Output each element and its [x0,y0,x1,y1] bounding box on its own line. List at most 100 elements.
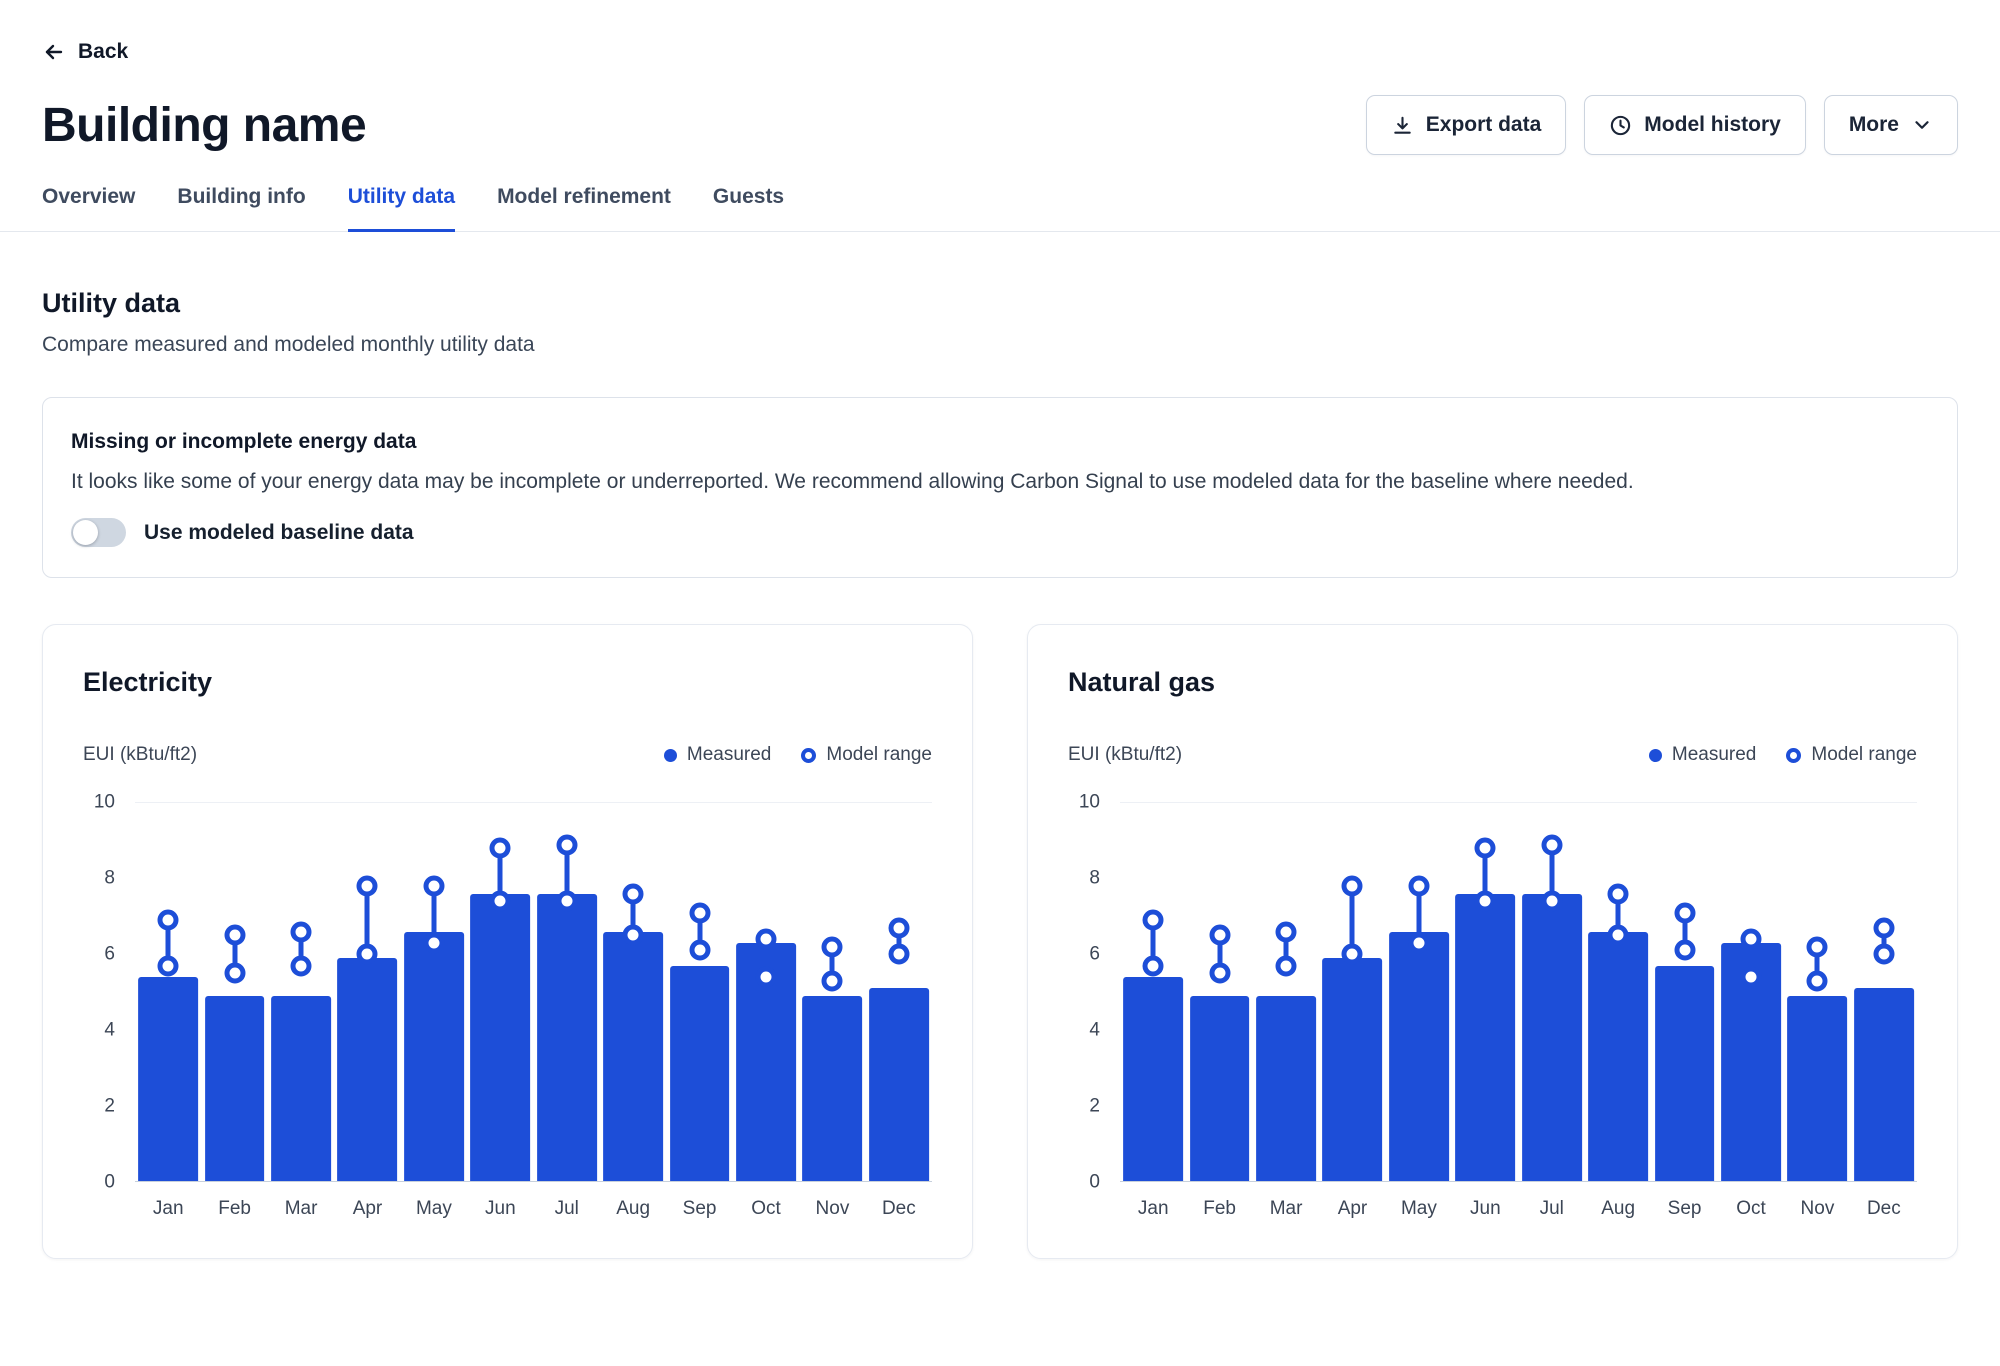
model-range-dot[interactable] [1608,883,1629,904]
model-range-dot[interactable] [756,966,777,987]
tab-model-refinement[interactable]: Model refinement [497,185,671,232]
model-history-button[interactable]: Model history [1584,95,1806,155]
model-range-dot[interactable] [1807,970,1828,991]
chevron-down-icon [1911,114,1933,136]
measured-bar[interactable] [1655,966,1715,1181]
tab-guests[interactable]: Guests [713,185,784,232]
model-range-dot[interactable] [888,944,909,965]
model-range-dot[interactable] [822,936,843,957]
model-range-dot[interactable] [1475,891,1496,912]
model-range-dot[interactable] [556,834,577,855]
model-range-dot[interactable] [1209,925,1230,946]
model-range-dot[interactable] [1873,917,1894,938]
x-tick-label: Jun [467,1198,533,1220]
measured-bar[interactable] [338,958,398,1181]
model-range-dot[interactable] [357,876,378,897]
model-range-dot[interactable] [1541,834,1562,855]
model-range-dot[interactable] [291,921,312,942]
model-range-dot[interactable] [689,902,710,923]
model-range-dot[interactable] [423,876,444,897]
month-column [534,803,600,1181]
measured-bar[interactable] [1455,894,1515,1181]
model-range-dot[interactable] [623,925,644,946]
model-range-dot[interactable] [1342,944,1363,965]
measured-bar[interactable] [1788,996,1848,1181]
model-range-dot[interactable] [1408,876,1429,897]
model-range-dot[interactable] [1276,955,1297,976]
tab-building-info[interactable]: Building info [177,185,305,232]
model-range-dot[interactable] [1608,925,1629,946]
measured-bar[interactable] [271,996,331,1181]
legend-model-range-label: Model range [1811,744,1917,766]
model-range-dot[interactable] [158,910,179,931]
model-range-dot[interactable] [357,944,378,965]
measured-bar[interactable] [138,977,198,1181]
x-tick-label: Sep [1651,1198,1717,1220]
x-tick-label: May [401,1198,467,1220]
model-range-dot[interactable] [1674,902,1695,923]
model-range-dot[interactable] [224,963,245,984]
more-button[interactable]: More [1824,95,1958,155]
export-data-label: Export data [1426,113,1542,137]
electricity-chart-card: Electricity EUI (kBtu/ft2) Measured Mode… [42,624,973,1259]
model-range-dot[interactable] [224,925,245,946]
model-range-dot[interactable] [1873,944,1894,965]
measured-bar[interactable] [1854,988,1914,1181]
model-range-dot[interactable] [423,932,444,953]
x-tick-label: Aug [1585,1198,1651,1220]
model-range-dot[interactable] [756,929,777,950]
use-modeled-baseline-toggle[interactable] [71,518,126,547]
x-tick-label: Aug [600,1198,666,1220]
model-range-dot[interactable] [1541,891,1562,912]
measured-bar[interactable] [1123,977,1183,1181]
measured-bar[interactable] [1588,932,1648,1181]
model-range-dot[interactable] [888,917,909,938]
model-range-dot[interactable] [291,955,312,976]
y-axis-title: EUI (kBtu/ft2) [1068,744,1182,766]
x-tick-label: Jan [135,1198,201,1220]
measured-bar[interactable] [1256,996,1316,1181]
export-data-button[interactable]: Export data [1366,95,1567,155]
model-range-dot[interactable] [1143,910,1164,931]
model-range-dot[interactable] [1342,876,1363,897]
model-range-dot[interactable] [1741,966,1762,987]
tab-overview[interactable]: Overview [42,185,135,232]
model-range-dot[interactable] [822,970,843,991]
model-range-dot[interactable] [1674,940,1695,961]
measured-bar[interactable] [670,966,730,1181]
model-range-dot[interactable] [556,891,577,912]
back-button[interactable]: Back [42,40,128,64]
measured-bar[interactable] [603,932,663,1181]
model-range-dot[interactable] [1475,838,1496,859]
model-range-dot[interactable] [1807,936,1828,957]
measured-bar[interactable] [205,996,265,1181]
measured-bar[interactable] [404,932,464,1181]
x-tick-label: Oct [733,1198,799,1220]
measured-bar[interactable] [1522,894,1582,1181]
x-tick-label: Jul [534,1198,600,1220]
measured-bar[interactable] [537,894,597,1181]
measured-bar[interactable] [470,894,530,1181]
measured-bar[interactable] [1190,996,1250,1181]
model-range-dot[interactable] [1209,963,1230,984]
measured-bar[interactable] [1389,932,1449,1181]
model-range-dot[interactable] [158,955,179,976]
model-range-dot[interactable] [490,891,511,912]
toggle-label: Use modeled baseline data [144,521,414,545]
model-range-dot[interactable] [1741,929,1762,950]
model-range-dot[interactable] [623,883,644,904]
month-column [1851,803,1917,1181]
model-range-dot[interactable] [490,838,511,859]
tab-utility-data[interactable]: Utility data [348,185,455,232]
model-range-dot[interactable] [689,940,710,961]
measured-bar[interactable] [869,988,929,1181]
download-icon [1391,114,1414,137]
legend-item-model-range: Model range [801,744,932,766]
measured-bar[interactable] [1323,958,1383,1181]
model-range-dot[interactable] [1143,955,1164,976]
measured-bar[interactable] [803,996,863,1181]
month-column [268,803,334,1181]
model-range-dot[interactable] [1408,932,1429,953]
tab-bar: Overview Building info Utility data Mode… [0,185,2000,232]
model-range-dot[interactable] [1276,921,1297,942]
